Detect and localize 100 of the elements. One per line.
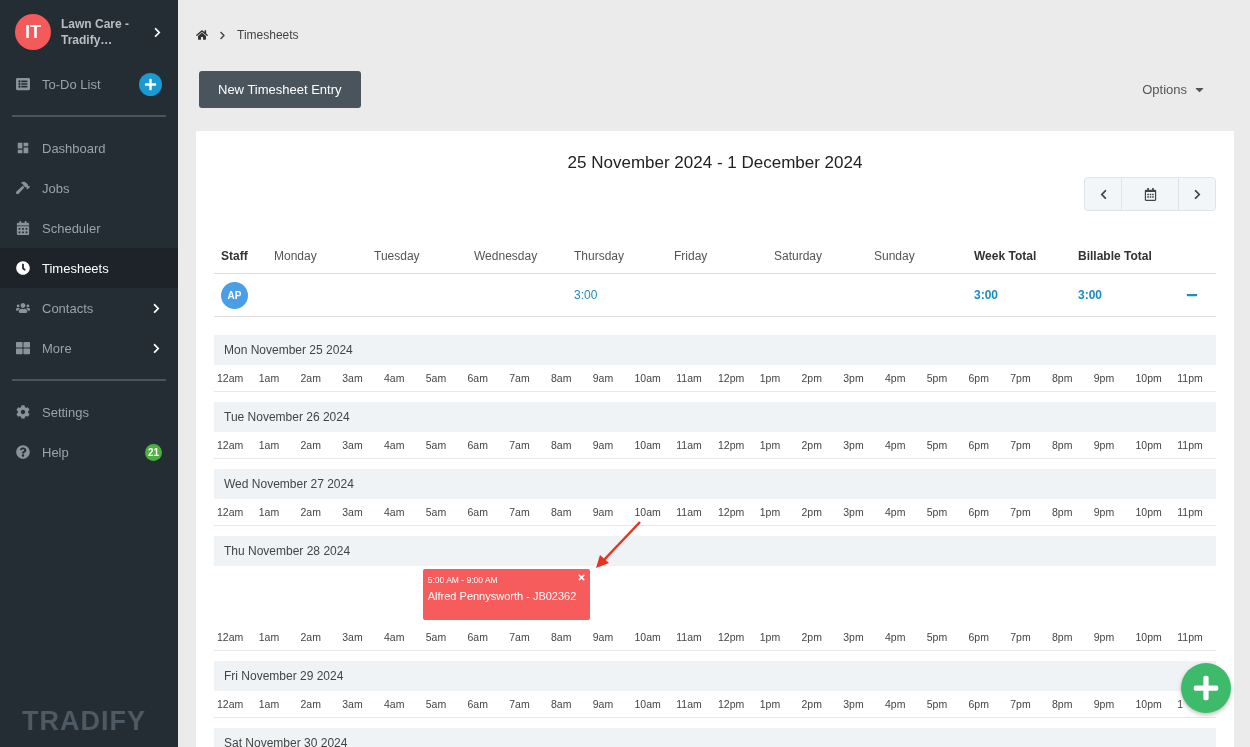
hour-label: 12pm — [715, 691, 757, 718]
total-value: 3:00 — [974, 288, 999, 302]
hours-value[interactable]: 3:00 — [574, 288, 598, 302]
account-name[interactable]: Lawn Care - Tradify… — [61, 16, 142, 48]
hour-label: 9pm — [1090, 499, 1133, 526]
hour-label: 2am — [297, 499, 340, 526]
entry-title: Alfred Pennysworth - JB02362 — [427, 590, 577, 602]
hour-label: 8am — [548, 499, 590, 526]
hour-label: 11pm — [1174, 499, 1216, 526]
sidebar-item[interactable]: Contacts — [0, 288, 178, 328]
sidebar-item-label: Dashboard — [42, 140, 106, 156]
hour-label: 12pm — [715, 365, 757, 392]
hour-label: 11pm — [1174, 365, 1216, 392]
hour-label: 10pm — [1132, 499, 1175, 526]
hour-label: 9am — [589, 365, 632, 392]
home-icon[interactable] — [196, 29, 208, 41]
hour-label: 11pm — [1174, 624, 1216, 651]
hour-label: 5pm — [923, 432, 966, 459]
hour-label: 12pm — [715, 499, 757, 526]
hour-label: 10am — [631, 624, 674, 651]
list-icon — [16, 77, 30, 91]
hour-label: 11am — [673, 691, 715, 718]
hour-label: 2pm — [798, 499, 841, 526]
hour-label: 12pm — [715, 432, 757, 459]
column-header: Staff — [214, 233, 267, 274]
hour-label: 12am — [214, 365, 256, 392]
hour-label: 12am — [214, 499, 256, 526]
hour-label: 9am — [589, 432, 632, 459]
hour-label: 3pm — [840, 432, 882, 459]
hour-label: 4pm — [882, 499, 924, 526]
hour-label: 8pm — [1049, 499, 1091, 526]
sidebar-item[interactable]: Scheduler — [0, 208, 178, 248]
hour-label: 5pm — [923, 691, 966, 718]
hour-label: 2am — [297, 624, 340, 651]
hour-label: 7am — [506, 499, 548, 526]
chevron-right-icon[interactable] — [152, 26, 163, 38]
hour-label: 10pm — [1132, 432, 1175, 459]
calendar-icon — [16, 221, 30, 235]
hour-label: 1am — [255, 499, 298, 526]
hour-label: 6am — [464, 691, 507, 718]
hour-label: 10pm — [1132, 691, 1175, 718]
close-icon[interactable] — [576, 573, 586, 582]
hour-label: 10am — [631, 691, 674, 718]
column-header: Saturday — [767, 233, 867, 274]
sidebar-link[interactable]: Settings — [42, 404, 89, 420]
hour-label: 7am — [506, 365, 548, 392]
hour-label: 6am — [464, 624, 507, 651]
hour-label: 12am — [214, 624, 256, 651]
new-entry-button[interactable]: New Timesheet Entry — [199, 70, 361, 108]
hour-label: 5pm — [923, 365, 966, 392]
sidebar-item-label: Contacts — [42, 300, 94, 316]
hour-label: 9pm — [1090, 691, 1133, 718]
hour-label: 5pm — [923, 499, 966, 526]
todo-list-link[interactable]: To-Do List — [42, 76, 101, 92]
clock-icon — [16, 261, 30, 275]
staff-avatar: AP — [221, 281, 248, 309]
hour-label: 1am — [255, 624, 298, 651]
hour-label: 8pm — [1049, 365, 1091, 392]
column-header: Tuesday — [367, 233, 467, 274]
hour-label: 9am — [589, 624, 632, 651]
hour-label: 4am — [381, 432, 423, 459]
account-avatar[interactable]: IT — [15, 14, 51, 50]
hour-label: 4pm — [882, 365, 924, 392]
sidebar-item-label: More — [42, 340, 72, 356]
plus-icon — [144, 77, 157, 91]
hour-label: 10am — [631, 432, 674, 459]
hour-label: 6am — [464, 499, 507, 526]
hour-label: 4am — [381, 499, 423, 526]
hour-label: 5am — [422, 691, 465, 718]
hour-label: 5am — [422, 432, 465, 459]
hour-label: 9am — [589, 499, 632, 526]
breadcrumb-item[interactable]: Timesheets — [237, 28, 299, 42]
options-dropdown[interactable]: Options — [1136, 80, 1212, 98]
day-label: Thu November 28 2024 — [224, 544, 351, 558]
calendar-button[interactable] — [1121, 177, 1179, 211]
hour-label: 3pm — [840, 691, 882, 718]
hour-label: 12am — [214, 691, 256, 718]
hour-label: 3am — [339, 499, 381, 526]
sidebar-item[interactable]: Dashboard — [0, 128, 178, 168]
add-todo-button[interactable] — [139, 72, 162, 96]
hour-label: 9pm — [1090, 624, 1133, 651]
hour-label: 2am — [297, 365, 340, 392]
sidebar-item[interactable]: More — [0, 328, 178, 368]
sidebar-item-label: Scheduler — [42, 220, 101, 236]
sidebar-link[interactable]: Help — [42, 444, 69, 460]
column-header: Sunday — [867, 233, 967, 274]
hour-label: 6pm — [965, 624, 1008, 651]
hour-label: 7am — [506, 432, 548, 459]
hour-label: 7pm — [1007, 624, 1049, 651]
hour-label: 1pm — [756, 691, 799, 718]
sidebar-item[interactable]: Jobs — [0, 168, 178, 208]
grid-icon — [16, 341, 30, 355]
hour-label: 12pm — [715, 624, 757, 651]
day-label: Wed November 27 2024 — [224, 477, 354, 491]
hour-label: 6pm — [965, 499, 1008, 526]
timesheet-entry[interactable]: 5:00 AM - 9:00 AM Alfred Pennysworth - JB02362 — [422, 569, 590, 620]
sidebar-item[interactable]: Timesheets — [0, 248, 178, 288]
hour-label: 10am — [631, 499, 674, 526]
column-header: Thursday — [567, 233, 667, 274]
chevron-right-icon — [218, 30, 227, 40]
